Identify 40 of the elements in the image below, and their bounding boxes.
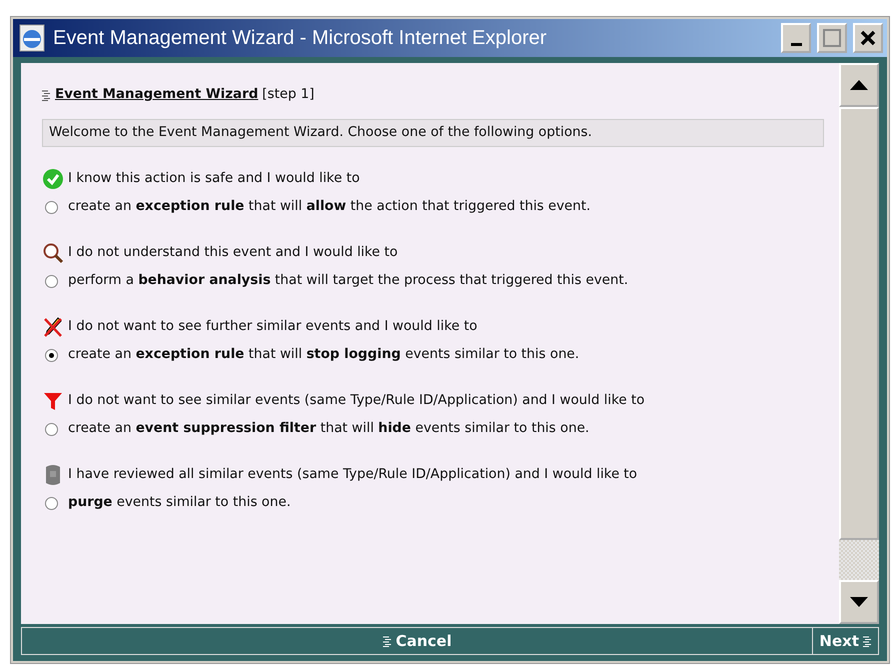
maximize-button[interactable] bbox=[817, 23, 847, 53]
minimize-icon bbox=[790, 42, 802, 46]
radio-button[interactable] bbox=[45, 274, 58, 288]
search-icon bbox=[42, 242, 64, 264]
step-label: [step 1] bbox=[262, 86, 314, 104]
scroll-track[interactable] bbox=[839, 540, 879, 580]
option-intro: I know this action is safe and I would like to bbox=[68, 170, 360, 188]
close-icon bbox=[860, 30, 876, 46]
welcome-message: Welcome to the Event Management Wizard. Choose one of the following options. bbox=[42, 119, 824, 148]
lines-icon bbox=[42, 90, 51, 101]
option-label[interactable]: create an exception rule that will stop logging events similar to this one. bbox=[68, 345, 580, 366]
option-intro: I do not understand this event and I would like to bbox=[68, 244, 398, 262]
lines-icon bbox=[863, 636, 872, 646]
lines-icon bbox=[382, 636, 392, 646]
maximize-icon bbox=[823, 29, 841, 47]
radio-button[interactable] bbox=[45, 200, 58, 214]
option-intro: I do not want to see further similar events and I would like to bbox=[68, 318, 478, 336]
scrollbar[interactable] bbox=[839, 63, 879, 624]
option-label[interactable]: create an exception rule that will allow the action that triggered this event. bbox=[68, 197, 591, 218]
option-intro: I do not want to see similar events (same Type/Rule ID/Application) and I would like to bbox=[68, 392, 645, 410]
wizard-title-link[interactable]: Event Management Wizard bbox=[55, 85, 258, 106]
filter-icon bbox=[42, 390, 64, 412]
option-intro: I have reviewed all similar events (same Type/Rule ID/Application) and I would like to bbox=[68, 466, 638, 484]
scroll-down-button[interactable] bbox=[839, 580, 879, 624]
option-label[interactable]: purge events similar to this one. bbox=[68, 493, 291, 514]
check-icon bbox=[42, 168, 64, 190]
down-arrow-icon bbox=[850, 597, 868, 607]
scroll-thumb[interactable] bbox=[839, 107, 879, 540]
minimize-button[interactable] bbox=[781, 23, 811, 53]
radio-button[interactable] bbox=[45, 348, 58, 362]
browser-icon bbox=[17, 23, 47, 53]
up-arrow-icon bbox=[850, 80, 868, 90]
option-label[interactable]: perform a behavior analysis that will target the process that triggered this event. bbox=[68, 271, 628, 292]
window-title: Event Management Wizard - Microsoft Internet Explorer bbox=[53, 26, 548, 51]
close-button[interactable] bbox=[853, 23, 883, 53]
radio-button[interactable] bbox=[45, 422, 58, 436]
option-label[interactable]: create an event suppression filter that will hide events similar to this one. bbox=[68, 419, 590, 440]
radio-button[interactable] bbox=[45, 496, 58, 510]
crossed-pen-icon bbox=[42, 316, 64, 338]
scroll-up-button[interactable] bbox=[839, 63, 879, 107]
